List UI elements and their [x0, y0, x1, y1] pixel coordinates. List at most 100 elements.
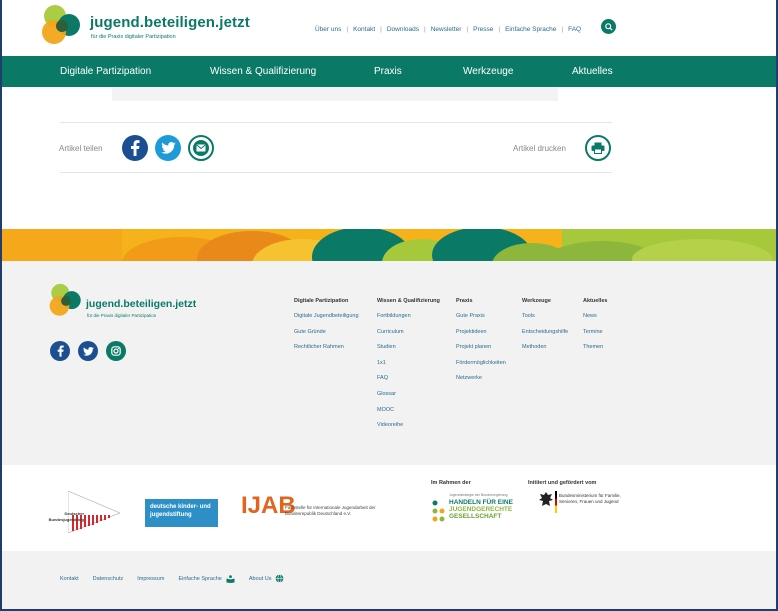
nav-item-digitale-partizipation[interactable]: Digitale Partizipation [60, 66, 151, 77]
footer-link[interactable]: Tools [522, 313, 568, 319]
footer-link[interactable]: Gute Praxis [456, 313, 506, 319]
footer-link[interactable]: Studien [377, 344, 440, 350]
share-mail-button[interactable] [188, 135, 214, 161]
share-facebook-button[interactable] [122, 135, 148, 161]
separator: | [498, 26, 501, 33]
dbjr-logo[interactable]: Deutscher Bundesjugendring [40, 491, 122, 535]
search-button[interactable] [601, 19, 616, 34]
site-footer: jugend.beteiligen.jetzt für die Praxis d… [2, 261, 776, 465]
separator: | [466, 26, 469, 33]
footer-link[interactable]: Videoreihe [377, 422, 440, 428]
nav-item-werkzeuge[interactable]: Werkzeuge [463, 66, 513, 77]
footer-link[interactable]: Rechtlicher Rahmen [294, 344, 359, 350]
search-icon [604, 22, 613, 31]
bottom-link-einfache-sprache[interactable]: Einfache Sprache [178, 574, 235, 583]
handeln-line: JUGENDGERECHTE [449, 506, 513, 513]
logo-icon[interactable] [40, 4, 84, 48]
bottom-link-about-us[interactable]: About Us [249, 574, 285, 583]
footer-link[interactable]: Curriculum [377, 329, 440, 335]
bmfsfj-text[interactable]: Bundesministerium für Familie, Senioren,… [559, 493, 639, 504]
bottom-link-kontakt[interactable]: Kontakt [60, 576, 79, 582]
bottom-link-label: About Us [248, 575, 272, 582]
site-header: jugend.beteiligen.jetzt für die Praxis d… [2, 0, 776, 56]
footer-logo-title[interactable]: jugend.beteiligen.jetzt [86, 298, 196, 310]
handeln-line: GESELLSCHAFT [449, 513, 502, 520]
instagram-icon [111, 346, 121, 356]
top-link-ueber-uns[interactable]: Über uns [315, 26, 341, 33]
footer-link[interactable]: Projekt planen [456, 344, 506, 350]
bottom-link-datenschutz[interactable]: Datenschutz [93, 576, 124, 582]
globe-icon [276, 574, 284, 583]
footer-link[interactable]: Themen [583, 344, 607, 350]
twitter-icon [82, 346, 94, 356]
footer-link[interactable]: 1x1 [377, 360, 440, 366]
nav-item-wissen-qualifizierung[interactable]: Wissen & Qualifizierung [210, 66, 316, 77]
handeln-logo[interactable]: HANDELN FÜR EINE JUGENDGERECHTE GESELLSC… [449, 499, 513, 520]
logo-title[interactable]: jugend.beteiligen.jetzt [90, 14, 250, 31]
footer-column-heading[interactable]: Praxis [456, 298, 506, 304]
footer-instagram-button[interactable] [106, 341, 126, 361]
logo-subtitle: für die Praxis digitaler Partizipation [91, 34, 176, 40]
previous-content-box [112, 87, 558, 101]
flag-stripe [555, 491, 557, 513]
footer-link[interactable]: Glossar [377, 391, 440, 397]
ijab-text: Fachstelle für Internationale Jugendarbe… [285, 505, 376, 516]
footer-column-heading[interactable]: Wissen & Qualifizierung [377, 298, 440, 304]
top-link-presse[interactable]: Presse [473, 26, 493, 33]
twitter-icon [160, 142, 176, 154]
handeln-line: HANDELN FÜR EINE [449, 499, 513, 506]
footer-link[interactable]: Digitale Jugendbeteiligung [294, 313, 359, 319]
bottom-bar: Kontakt Datenschutz Impressum Einfache S… [2, 551, 776, 609]
bottom-link-label: Einfache Sprache [178, 575, 222, 582]
decorative-band [2, 229, 776, 261]
footer-column-praxis: Praxis Gute Praxis Projektideen Projekt … [456, 298, 506, 391]
im-rahmen-heading: Im Rahmen der [431, 480, 471, 486]
separator: | [561, 26, 564, 33]
footer-facebook-button[interactable] [50, 341, 70, 361]
nav-item-praxis[interactable]: Praxis [374, 66, 402, 77]
top-links: Über uns | Kontakt | Downloads | Newsletter… [315, 26, 581, 33]
footer-link[interactable]: MOOC [377, 407, 440, 413]
footer-link[interactable]: News [583, 313, 607, 319]
footer-logo-subtitle: für die Praxis digitaler Partizipation [87, 313, 157, 318]
top-link-faq[interactable]: FAQ [568, 26, 581, 33]
top-link-downloads[interactable]: Downloads [387, 26, 419, 33]
share-label: Artikel teilen [59, 144, 103, 153]
footer-column-digitale-partizipation: Digitale Partizipation Digitale Jugendbe… [294, 298, 359, 360]
separator: | [346, 26, 349, 33]
footer-link[interactable]: Fortbildungen [377, 313, 440, 319]
federal-eagle-icon [539, 492, 553, 506]
divider [60, 172, 612, 173]
footer-link[interactable]: FAQ [377, 375, 440, 381]
nav-item-aktuelles[interactable]: Aktuelles [572, 66, 613, 77]
bottom-link-impressum[interactable]: Impressum [137, 576, 164, 582]
footer-column-heading[interactable]: Aktuelles [583, 298, 607, 304]
footer-column-heading[interactable]: Werkzeuge [522, 298, 568, 304]
footer-link[interactable]: Gute Gründe [294, 329, 359, 335]
logo-icon[interactable] [48, 283, 84, 319]
footer-link[interactable]: Termine [583, 329, 607, 335]
footer-column-wissen-qualifizierung: Wissen & Qualifizierung Fortbildungen Cu… [377, 298, 440, 438]
divider [60, 122, 612, 123]
mail-icon [193, 140, 209, 156]
separator: | [424, 26, 426, 33]
footer-link[interactable]: Fördermöglichkeiten [456, 360, 506, 366]
top-link-kontakt[interactable]: Kontakt [353, 26, 375, 33]
footer-twitter-button[interactable] [78, 341, 98, 361]
share-twitter-button[interactable] [155, 135, 181, 161]
footer-link[interactable]: Entscheidungshilfe [522, 329, 568, 335]
facebook-icon [57, 345, 64, 357]
footer-link[interactable]: Netzwerke [456, 375, 506, 381]
footer-column-heading[interactable]: Digitale Partizipation [294, 298, 359, 304]
handeln-small-text: Jugendstrategie der Bundesregierung [449, 493, 508, 497]
print-label: Artikel drucken [513, 144, 566, 153]
page-frame: jugend.beteiligen.jetzt für die Praxis d… [0, 0, 778, 611]
print-button[interactable] [585, 135, 611, 161]
footer-link[interactable]: Projektideen [456, 329, 506, 335]
main-nav: Digitale Partizipation Wissen & Qualifiz… [2, 56, 776, 87]
footer-link[interactable]: Methoden [522, 344, 568, 350]
separator: | [380, 26, 382, 33]
dkjs-logo[interactable]: deutsche kinder- und jugendstiftung [145, 499, 218, 527]
top-link-newsletter[interactable]: Newsletter [431, 26, 462, 33]
top-link-einfache-sprache[interactable]: Einfache Sprache [505, 26, 556, 33]
